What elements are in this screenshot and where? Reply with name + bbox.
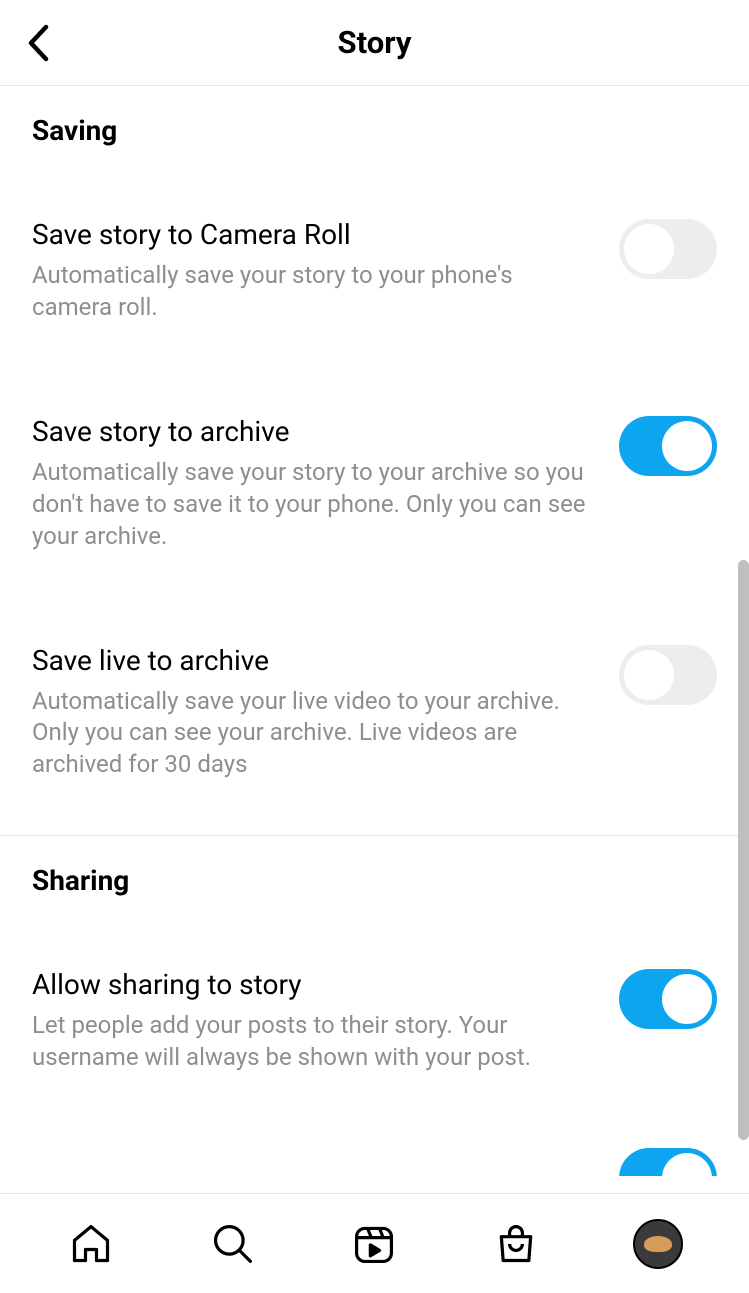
nav-shop[interactable] [491,1219,541,1269]
section-heading-sharing: Sharing [0,836,749,897]
setting-title: Save story to archive [32,414,599,449]
toggle-partial[interactable] [619,1148,717,1176]
content-scroll[interactable]: Saving Save story to Camera Roll Automat… [0,86,749,1193]
nav-home[interactable] [66,1219,116,1269]
setting-desc: Automatically save your live video to yo… [32,686,599,782]
nav-profile[interactable] [633,1219,683,1269]
toggle-save-live-archive[interactable] [619,645,717,705]
profile-avatar-icon [633,1219,683,1269]
nav-search[interactable] [208,1219,258,1269]
setting-next-partial [0,1146,749,1176]
setting-title: Save story to Camera Roll [32,217,599,252]
home-icon [69,1222,113,1266]
scrollbar[interactable] [738,560,749,1140]
shop-icon [494,1222,538,1266]
setting-desc: Automatically save your story to your ph… [32,260,599,324]
back-button[interactable] [18,23,58,63]
setting-save-live-archive: Save live to archive Automatically save … [0,625,749,782]
toggle-save-story-archive[interactable] [619,416,717,476]
setting-title: Save live to archive [32,643,599,678]
setting-desc: Automatically save your story to your ar… [32,457,599,553]
toggle-save-camera-roll[interactable] [619,219,717,279]
setting-allow-share-story: Allow sharing to story Let people add yo… [0,897,749,1074]
bottom-navbar [0,1193,749,1293]
setting-desc: Let people add your posts to their story… [32,1010,599,1074]
setting-save-story-archive: Save story to archive Automatically save… [0,396,749,553]
setting-save-camera-roll: Save story to Camera Roll Automatically … [0,147,749,324]
chevron-left-icon [27,24,49,62]
nav-reels[interactable] [349,1219,399,1269]
page-title: Story [338,24,412,61]
setting-title: Allow sharing to story [32,967,599,1002]
section-heading-saving: Saving [0,86,749,147]
search-icon [211,1222,255,1266]
reels-icon [352,1222,396,1266]
header: Story [0,0,749,86]
toggle-allow-share-story[interactable] [619,969,717,1029]
